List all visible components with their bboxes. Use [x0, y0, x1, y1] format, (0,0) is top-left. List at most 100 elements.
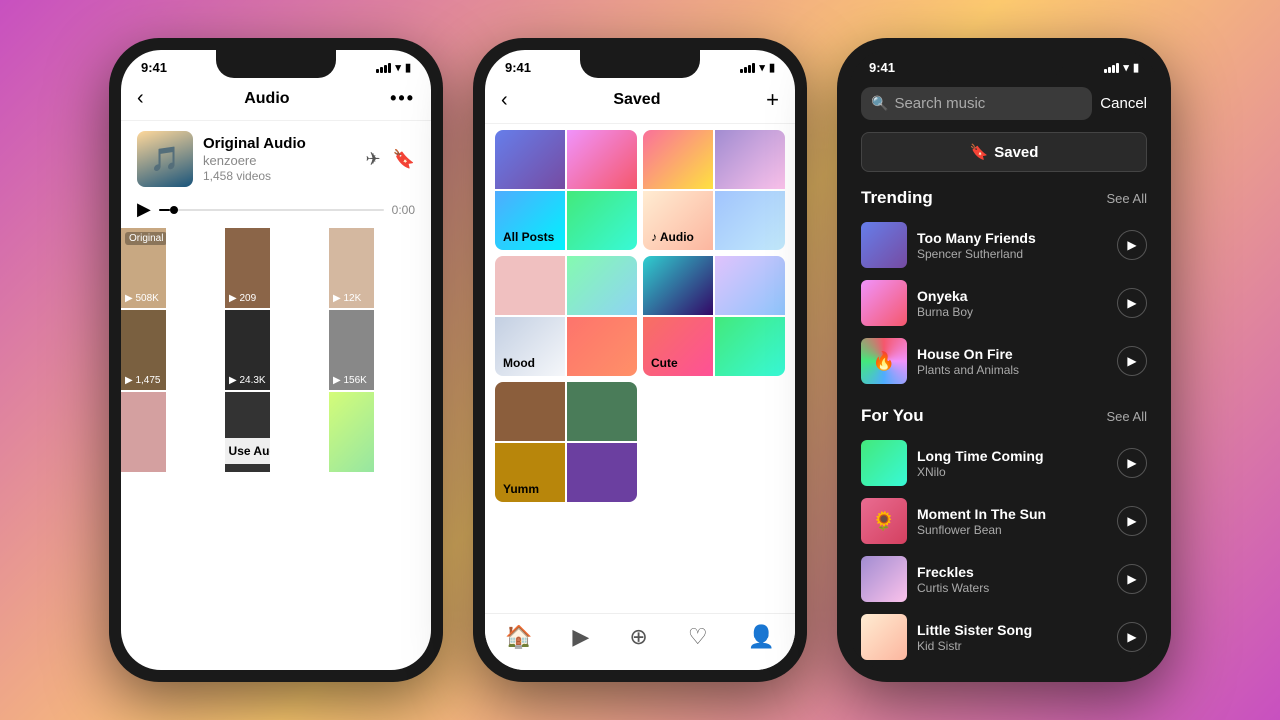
status-time-1: 9:41 — [141, 60, 167, 75]
play-button-fy2[interactable]: ▶ — [1117, 506, 1147, 536]
video-count-6: ▶ 156K — [333, 375, 367, 386]
audio-actions: ✈ 🔖 — [365, 149, 415, 170]
mini-14 — [715, 256, 785, 315]
notch-1 — [216, 50, 336, 78]
for-you-see-all[interactable]: See All — [1107, 409, 1147, 424]
mini-18 — [567, 382, 637, 441]
status-time-3: 9:41 — [869, 60, 895, 75]
play-button-1[interactable]: ▶ — [1117, 230, 1147, 260]
trending-section: Trending See All Too Many Friends Spence… — [849, 180, 1159, 394]
signal-icon-2 — [740, 63, 755, 73]
music-artist-1: Spencer Sutherland — [917, 247, 1107, 261]
music-info-fy1: Long Time Coming XNilo — [917, 448, 1107, 479]
video-thumb-2[interactable]: ▶ 209 — [225, 228, 270, 308]
cancel-button[interactable]: Cancel — [1100, 95, 1147, 112]
for-you-item-3[interactable]: Freckles Curtis Waters ▶ — [861, 550, 1147, 608]
for-you-item-2[interactable]: 🌻 Moment In The Sun Sunflower Bean ▶ — [861, 492, 1147, 550]
collection-audio[interactable]: ♪ Audio — [643, 130, 785, 250]
trending-title: Trending — [861, 188, 933, 208]
saved-btn-row: 🔖 Saved — [849, 128, 1159, 180]
music-thumb-fy1 — [861, 440, 907, 486]
collection-yumm[interactable]: Yumm — [495, 382, 637, 502]
mini-2 — [567, 130, 637, 189]
play-button-fy3[interactable]: ▶ — [1117, 564, 1147, 594]
menu-dots[interactable]: ••• — [390, 88, 415, 109]
saved-music-button[interactable]: 🔖 Saved — [861, 132, 1147, 172]
share-icon[interactable]: ✈ — [365, 149, 380, 170]
video-thumb-1[interactable]: Original ▶ 508K — [121, 228, 166, 308]
music-info-2: Onyeka Burna Boy — [917, 288, 1107, 319]
video-grid: Original ▶ 508K ▶ 209 ▶ 12K ▶ 1,475 ▶ 24… — [121, 228, 431, 472]
music-container: 9:41 ▾ ▮ 🔍 Search music — [849, 50, 1159, 670]
music-info-fy2: Moment In The Sun Sunflower Bean — [917, 506, 1107, 537]
audio-info: 🎵 Original Audio kenzoere 1,458 videos ✈… — [121, 121, 431, 197]
footer-add-icon[interactable]: ⊕ — [629, 624, 647, 650]
back-button-saved[interactable]: ‹ — [501, 89, 508, 112]
video-thumb-3[interactable]: ▶ 12K — [329, 228, 374, 308]
collection-empty — [643, 382, 785, 502]
search-input-wrap[interactable]: 🔍 Search music — [861, 87, 1092, 120]
mini-5 — [643, 130, 713, 189]
video-thumb-5[interactable]: ▶ 24.3K — [225, 310, 270, 390]
music-thumb-fy2: 🌻 — [861, 498, 907, 544]
footer-home-icon[interactable]: 🏠 — [505, 624, 532, 650]
audio-details: Original Audio kenzoere 1,458 videos — [203, 135, 355, 183]
video-thumb-6[interactable]: ▶ 156K — [329, 310, 374, 390]
app-footer: 🏠 ▶ ⊕ ♡ 👤 — [485, 613, 795, 670]
mini-4 — [567, 191, 637, 250]
trending-item-3[interactable]: 🔥 House On Fire Plants and Animals ▶ — [861, 332, 1147, 390]
progress-time: 0:00 — [392, 203, 415, 217]
video-thumb-8[interactable]: 📷 Use Audio — [225, 392, 270, 472]
collection-label-mood: Mood — [503, 356, 535, 370]
trending-see-all[interactable]: See All — [1107, 191, 1147, 206]
footer-reels-icon[interactable]: ▶ — [572, 624, 589, 650]
music-thumb-fy3 — [861, 556, 907, 602]
footer-profile-icon[interactable]: 👤 — [748, 624, 775, 650]
for-you-item-1[interactable]: Long Time Coming XNilo ▶ — [861, 434, 1147, 492]
collection-cute[interactable]: Cute — [643, 256, 785, 376]
collection-label-audio: ♪ Audio — [651, 230, 694, 244]
mini-8 — [715, 191, 785, 250]
collection-mood[interactable]: Mood — [495, 256, 637, 376]
trending-item-1[interactable]: Too Many Friends Spencer Sutherland ▶ — [861, 216, 1147, 274]
collection-label-cute: Cute — [651, 356, 678, 370]
play-button-fy1[interactable]: ▶ — [1117, 448, 1147, 478]
play-button-fy4[interactable]: ▶ — [1117, 622, 1147, 652]
avatar-image: 🎵 — [137, 131, 193, 187]
status-time-2: 9:41 — [505, 60, 531, 75]
mini-1 — [495, 130, 565, 189]
video-thumb-4[interactable]: ▶ 1,475 — [121, 310, 166, 390]
search-music-placeholder: Search music — [894, 95, 985, 112]
for-you-section: For You See All Long Time Coming XNilo ▶… — [849, 398, 1159, 670]
progress-dot — [170, 206, 178, 214]
use-audio-button[interactable]: 📷 Use Audio — [225, 438, 270, 464]
video-thumb-7[interactable] — [121, 392, 166, 472]
for-you-item-4[interactable]: Little Sister Song Kid Sistr ▶ — [861, 608, 1147, 666]
saved-header: ‹ Saved + — [485, 79, 795, 124]
mini-20 — [567, 443, 637, 502]
mini-9 — [495, 256, 565, 315]
saved-music-label: Saved — [994, 144, 1038, 161]
footer-likes-icon[interactable]: ♡ — [688, 624, 708, 650]
add-collection-button[interactable]: + — [766, 87, 779, 113]
phone-music: 9:41 ▾ ▮ 🔍 Search music — [837, 38, 1171, 682]
play-button[interactable]: ▶ — [137, 199, 151, 220]
audio-progress: ▶ 0:00 — [121, 197, 431, 228]
collection-all-posts[interactable]: All Posts — [495, 130, 637, 250]
video-label-original: Original — [125, 232, 166, 245]
mini-12 — [567, 317, 637, 376]
signal-icon-3 — [1104, 63, 1119, 73]
trending-item-2[interactable]: Onyeka Burna Boy ▶ — [861, 274, 1147, 332]
progress-bar[interactable] — [159, 209, 384, 211]
music-thumb-fy4 — [861, 614, 907, 660]
notch-3 — [944, 50, 1064, 78]
notch-2 — [580, 50, 700, 78]
back-button[interactable]: ‹ — [137, 87, 144, 110]
for-you-header: For You See All — [861, 406, 1147, 426]
audio-title: Audio — [244, 90, 289, 108]
play-button-3[interactable]: ▶ — [1117, 346, 1147, 376]
video-thumb-9[interactable] — [329, 392, 374, 472]
bookmark-icon[interactable]: 🔖 — [393, 149, 415, 170]
wifi-icon-2: ▾ — [759, 61, 765, 74]
play-button-2[interactable]: ▶ — [1117, 288, 1147, 318]
